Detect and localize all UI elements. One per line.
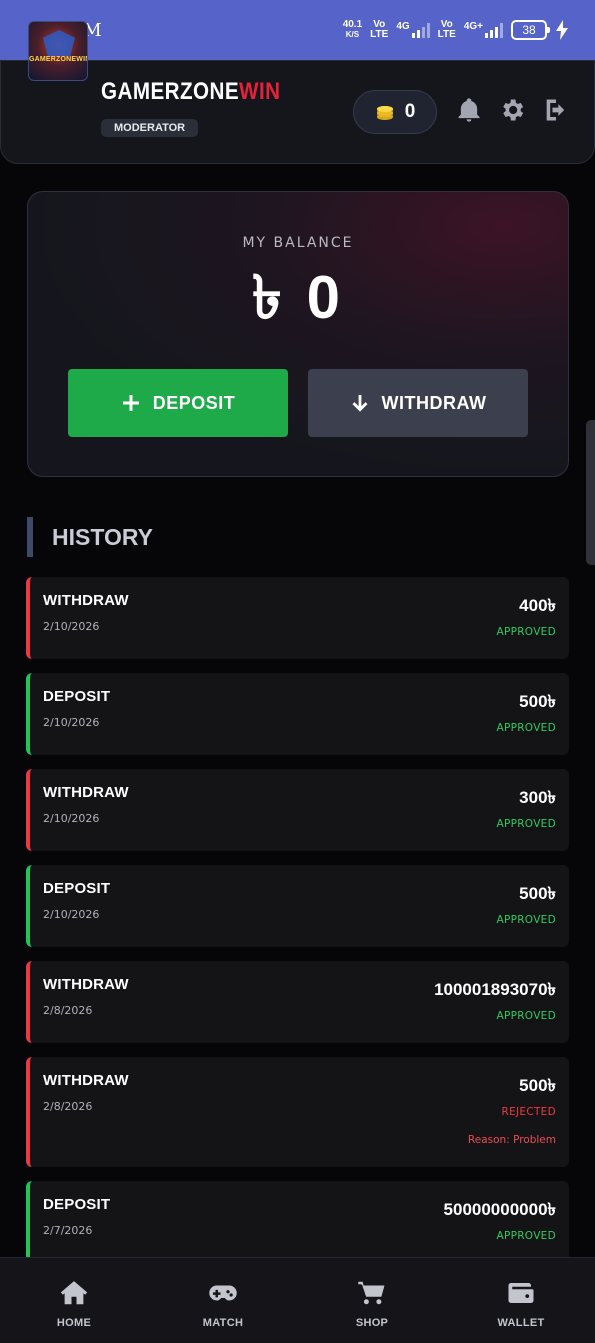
transaction-type: WITHDRAW: [43, 592, 129, 609]
transaction-amount: 400৳: [519, 596, 556, 615]
transaction-amount: 50000000000৳: [443, 1200, 556, 1219]
wallet-icon: [508, 1283, 534, 1303]
signal-sim1: 4G: [396, 22, 430, 38]
nav-wallet[interactable]: WALLET: [481, 1278, 561, 1329]
bottom-navigation: HOME MATCH SHOP WALLET: [0, 1257, 595, 1343]
signal-bars-icon: [411, 22, 430, 38]
balance-card: MY BALANCE ৳ 0 DEPOSIT WITHDRAW: [27, 191, 569, 477]
transaction-date: 2/10/2026: [43, 716, 100, 729]
status-badge: APPROVED: [496, 818, 556, 830]
history-item[interactable]: DEPOSIT 2/10/2026 500৳ APPROVED: [26, 673, 569, 755]
volte-badge-1: Vo LTE: [370, 19, 389, 40]
nav-label: MATCH: [202, 1317, 244, 1329]
transaction-type: WITHDRAW: [43, 1072, 129, 1089]
transaction-type: WITHDRAW: [43, 976, 129, 993]
coin-count: 0: [404, 101, 416, 122]
coins-icon: [376, 106, 393, 120]
status-badge: APPROVED: [496, 914, 556, 926]
history-item[interactable]: WITHDRAW 2/10/2026 300৳ APPROVED: [26, 769, 569, 851]
history-item[interactable]: WITHDRAW 2/10/2026 400৳ APPROVED: [26, 577, 569, 659]
logout-icon[interactable]: [542, 96, 570, 124]
balance-amount: ৳ 0: [252, 264, 344, 331]
network-speed: 40.1 K/S: [342, 19, 363, 40]
deposit-button[interactable]: DEPOSIT: [68, 369, 288, 437]
logo-emblem: [43, 30, 75, 56]
transaction-amount: 500৳: [519, 884, 556, 903]
transaction-amount: 300৳: [519, 788, 556, 807]
transaction-date: 2/8/2026: [43, 1100, 93, 1113]
coin-balance-pill[interactable]: 0: [353, 90, 437, 134]
transaction-date: 2/10/2026: [43, 908, 100, 921]
history-item[interactable]: DEPOSIT 2/10/2026 500৳ APPROVED: [26, 865, 569, 947]
plus-icon: [122, 395, 139, 411]
status-badge: APPROVED: [496, 1010, 556, 1022]
status-badge: REJECTED: [501, 1106, 556, 1118]
volte-badge-2: Vo LTE: [437, 19, 456, 40]
transaction-date: 2/10/2026: [43, 620, 100, 633]
app-logo[interactable]: GAMERZONEWIN: [28, 21, 88, 81]
rejection-reason: Reason: Problem: [467, 1134, 556, 1146]
system-status-bar: 7:44 PM 40.1 K/S Vo LTE 4G Vo LTE 4G+ 38: [0, 0, 595, 60]
brand-name: GAMERZONEWIN: [101, 78, 281, 105]
role-badge: MODERATOR: [101, 119, 199, 137]
transaction-type: DEPOSIT: [43, 880, 111, 897]
transaction-type: DEPOSIT: [43, 688, 111, 705]
transaction-amount: 500৳: [519, 692, 556, 711]
nav-label: HOME: [56, 1317, 92, 1329]
nav-label: SHOP: [355, 1317, 389, 1329]
gamepad-icon: [209, 1285, 237, 1301]
transaction-date: 2/7/2026: [43, 1224, 93, 1237]
status-badge: APPROVED: [496, 1230, 556, 1242]
withdraw-label: WITHDRAW: [381, 392, 487, 413]
transaction-date: 2/8/2026: [43, 1004, 93, 1017]
bell-icon[interactable]: [455, 96, 483, 124]
history-item[interactable]: DEPOSIT 2/7/2026 50000000000৳ APPROVED: [26, 1181, 569, 1263]
logo-text: GAMERZONEWIN: [29, 56, 88, 63]
status-indicators: 40.1 K/S Vo LTE 4G Vo LTE 4G+ 38: [343, 20, 569, 40]
transaction-amount: 100001893070৳: [434, 980, 556, 999]
transaction-date: 2/10/2026: [43, 812, 100, 825]
nav-home[interactable]: HOME: [34, 1278, 114, 1329]
balance-label: MY BALANCE: [242, 235, 354, 251]
nav-match[interactable]: MATCH: [183, 1278, 263, 1329]
gear-icon[interactable]: [498, 96, 526, 124]
battery-icon: 38: [511, 20, 550, 40]
history-item[interactable]: WITHDRAW 2/8/2026 100001893070৳ APPROVED: [26, 961, 569, 1043]
transaction-amount: 500৳: [519, 1076, 556, 1095]
home-icon: [60, 1281, 88, 1305]
nav-shop[interactable]: SHOP: [332, 1278, 412, 1329]
nav-label: WALLET: [497, 1317, 545, 1329]
arrow-down-icon: [352, 395, 367, 412]
history-item[interactable]: WITHDRAW 2/8/2026 500৳ REJECTED Reason: …: [26, 1057, 569, 1167]
signal-sim2: 4G+: [464, 22, 503, 38]
deposit-label: DEPOSIT: [152, 392, 236, 413]
charging-bolt-icon: [556, 20, 568, 40]
transaction-type: DEPOSIT: [43, 1196, 111, 1213]
status-badge: APPROVED: [496, 722, 556, 734]
withdraw-button[interactable]: WITHDRAW: [308, 369, 528, 437]
status-badge: APPROVED: [496, 626, 556, 638]
transaction-type: WITHDRAW: [43, 784, 129, 801]
history-heading: HISTORY: [27, 517, 153, 557]
cart-icon: [358, 1281, 385, 1305]
signal-bars-icon: [485, 22, 503, 38]
scrollbar[interactable]: [586, 420, 595, 565]
